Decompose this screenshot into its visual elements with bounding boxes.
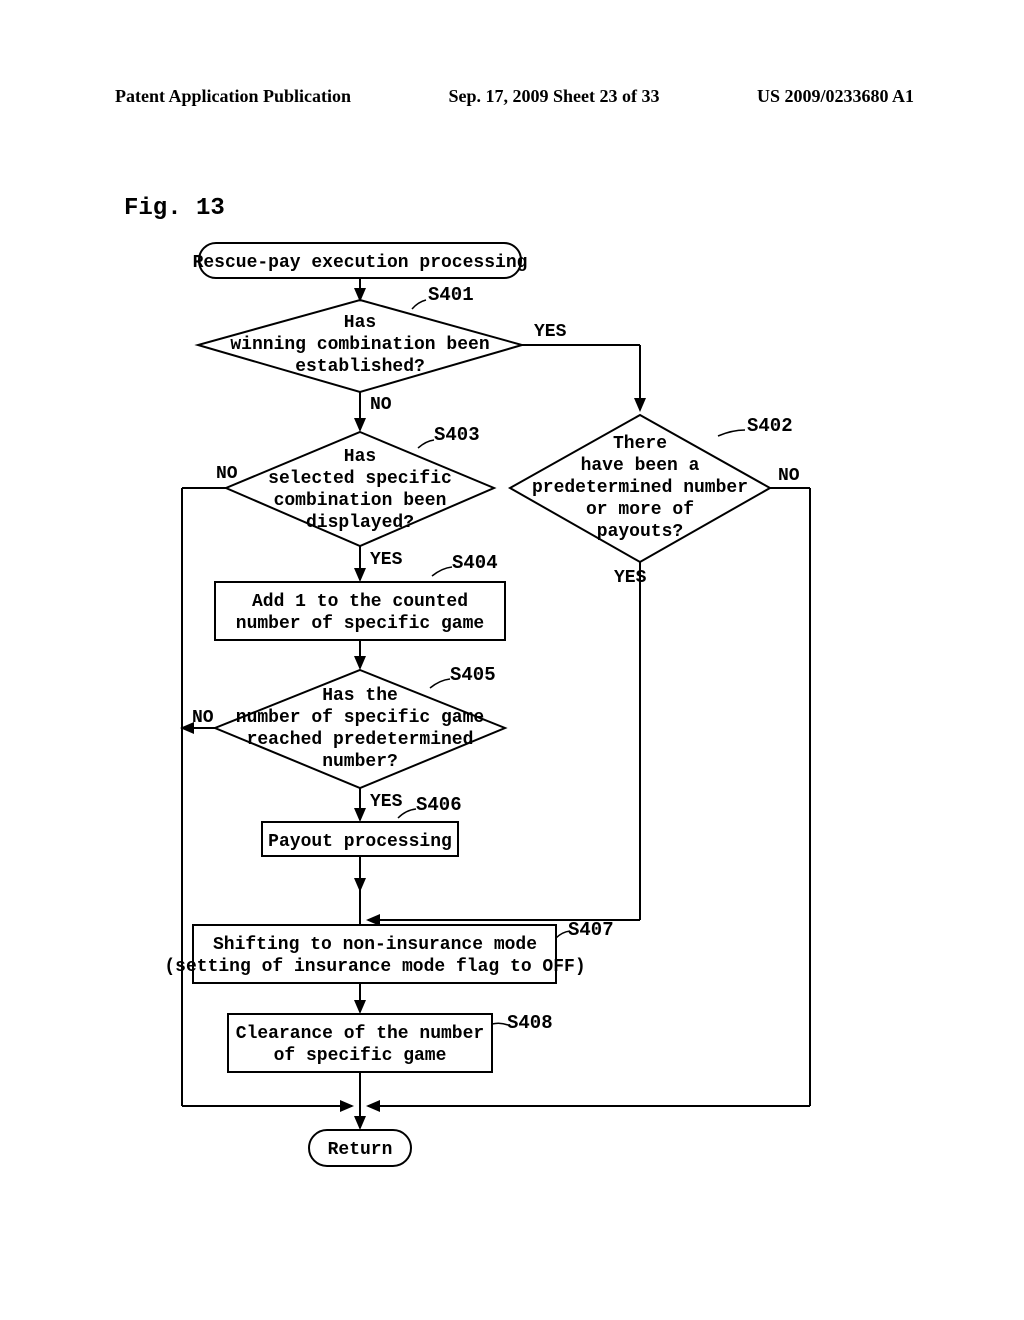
s402-no: NO [778, 466, 800, 486]
s403-line3: combination been [274, 491, 447, 511]
s402-line5: payouts? [597, 522, 683, 542]
s403-no: NO [216, 464, 238, 484]
s402-line2: have been a [581, 456, 700, 476]
start-label: Rescue-pay execution processing [193, 253, 528, 273]
s405-line2: number of specific game [236, 708, 484, 728]
s403-id: S403 [434, 424, 480, 446]
end-label: Return [328, 1140, 393, 1160]
s404-line2: number of specific game [236, 614, 484, 634]
s402-line3: predetermined number [532, 478, 748, 498]
s408-line1: Clearance of the number [236, 1024, 484, 1044]
s401-line1: Has [344, 313, 376, 333]
s404-id: S404 [452, 552, 498, 574]
s402-line4: or more of [586, 500, 694, 520]
s408-id: S408 [507, 1012, 553, 1034]
s406-id: S406 [416, 794, 462, 816]
s403-line4: displayed? [306, 513, 414, 533]
s408-line2: of specific game [274, 1046, 447, 1066]
s402-id: S402 [747, 415, 793, 437]
s407-line2: (setting of insurance mode flag to OFF) [164, 957, 585, 977]
s401-id: S401 [428, 284, 474, 306]
s407-id: S407 [568, 919, 614, 941]
s405-line3: reached predetermined [247, 730, 474, 750]
s406-line1: Payout processing [268, 832, 452, 852]
s403-line2: selected specific [268, 469, 452, 489]
s404-line1: Add 1 to the counted [252, 592, 468, 612]
s401-yes: YES [534, 322, 567, 342]
s405-line1: Has the [322, 686, 398, 706]
s405-line4: number? [322, 752, 398, 772]
s401-line2: winning combination been [230, 335, 489, 355]
s401-line3: established? [295, 357, 425, 377]
s401-no: NO [370, 395, 392, 415]
s403-yes: YES [370, 550, 403, 570]
s405-no: NO [192, 708, 214, 728]
s402-line1: There [613, 434, 667, 454]
s403-line1: Has [344, 447, 376, 467]
s402-yes-under: YES [614, 568, 647, 588]
flowchart: Rescue-pay execution processing Has winn… [0, 0, 1024, 1320]
s407-line1: Shifting to non-insurance mode [213, 935, 537, 955]
s405-yes: YES [370, 792, 403, 812]
s405-id: S405 [450, 664, 496, 686]
